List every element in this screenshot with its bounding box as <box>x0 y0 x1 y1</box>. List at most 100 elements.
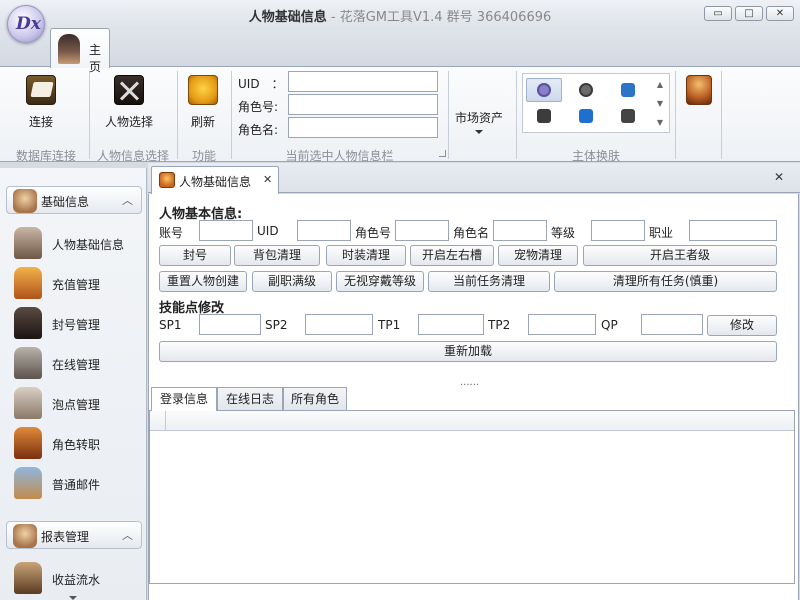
group-caption-func: 功能 <box>191 149 216 163</box>
modify-button[interactable]: 修改 <box>707 315 777 336</box>
refresh-button[interactable]: 刷新 <box>188 75 218 130</box>
sidebar-item-ban[interactable]: 封号管理 <box>14 306 142 340</box>
close-tab-icon[interactable]: ✕ <box>263 173 272 186</box>
window-title: 人物基础信息 - 花落GM工具V1.4 群号 366406696 <box>0 6 800 25</box>
tab-all-characters[interactable]: 所有角色 <box>283 387 347 410</box>
group-caption-current: 当前选中人物信息栏 <box>285 149 394 163</box>
skin-option[interactable] <box>610 78 646 102</box>
sidebar-item-label: 人物基础信息 <box>52 238 125 252</box>
role-name-input[interactable] <box>493 220 547 241</box>
sidebar-item-online[interactable]: 在线管理 <box>14 346 142 380</box>
market-assets-label: 市场资产 <box>455 111 504 125</box>
role-id-input[interactable] <box>395 220 449 241</box>
section-avatar-icon <box>13 524 37 548</box>
minimize-button[interactable]: ▭ <box>704 6 732 21</box>
skin-option[interactable] <box>526 78 562 102</box>
skin-icon <box>579 109 593 123</box>
tp2-label: TP2 <box>488 318 511 332</box>
sidebar-item-recharge[interactable]: 充值管理 <box>14 266 142 300</box>
character-avatar[interactable] <box>686 75 712 105</box>
splitter-grip[interactable]: ...... <box>460 377 479 388</box>
level-label: 等级 <box>551 226 576 240</box>
sidebar-item-character-info[interactable]: 人物基础信息 <box>14 226 142 260</box>
skin-option[interactable] <box>568 78 604 102</box>
select-character-button[interactable]: 人物选择 <box>105 75 153 130</box>
group-divider <box>231 71 232 159</box>
account-field[interactable] <box>199 220 253 241</box>
sp1-field[interactable] <box>199 314 261 335</box>
app-logo-text: Dx <box>16 14 41 34</box>
sp2-field[interactable] <box>305 314 373 335</box>
ignore-wear-level-button[interactable]: 无视穿戴等级 <box>336 271 424 292</box>
reset-character-button[interactable]: 重置人物创建 <box>159 271 247 292</box>
role-id-label: 角色号 <box>355 226 392 240</box>
sidebar-item-points[interactable]: 泡点管理 <box>14 386 142 420</box>
level-input[interactable] <box>591 220 645 241</box>
tp1-field[interactable] <box>418 314 484 335</box>
chevron-up-icon: ︿ <box>122 194 133 207</box>
select-character-label: 人物选择 <box>105 115 154 129</box>
role-name-field[interactable] <box>288 117 438 138</box>
tab-home[interactable]: 主页 <box>50 28 110 74</box>
skin-option[interactable] <box>610 104 646 128</box>
tab-character-info[interactable]: 人物基础信息 ✕ <box>151 166 279 194</box>
qp-field[interactable] <box>641 314 703 335</box>
grid-header <box>150 411 794 431</box>
skin-icon <box>537 83 551 97</box>
ban-account-button[interactable]: 封号 <box>159 245 231 266</box>
close-button[interactable]: ✕ <box>766 6 794 21</box>
close-panel-icon[interactable]: ✕ <box>774 170 784 184</box>
tab-character-info-label: 人物基础信息 <box>179 175 252 189</box>
open-king-level-button[interactable]: 开启王者级 <box>583 245 777 266</box>
job-input[interactable] <box>689 220 777 241</box>
max-subjob-button[interactable]: 副职满级 <box>252 271 332 292</box>
tab-login-info[interactable]: 登录信息 <box>151 387 217 411</box>
gallery-scroll[interactable]: ▲ ▼ ▼ <box>654 75 666 131</box>
open-side-slots-button[interactable]: 开启左右槽 <box>410 245 494 266</box>
uid-field[interactable] <box>288 71 438 92</box>
character-tab-icon <box>159 172 175 188</box>
skin-option[interactable] <box>568 104 604 128</box>
nav-scroll-down-icon[interactable] <box>69 596 77 600</box>
dialog-launcher-icon[interactable] <box>439 150 446 157</box>
clear-bag-button[interactable]: 背包清理 <box>234 245 320 266</box>
slayer-icon <box>14 562 42 594</box>
window-title-main: 人物基础信息 <box>248 10 327 25</box>
ribbon: 连接 数据库连接 人物选择 人物信息选择 刷新 功能 UID ： 角色号: 角色… <box>0 66 800 163</box>
clear-fashion-button[interactable]: 时装清理 <box>326 245 406 266</box>
connect-button[interactable]: 连接 <box>26 75 56 130</box>
sidebar-item-label: 充值管理 <box>52 278 101 292</box>
minimize-icon: ▭ <box>713 7 723 19</box>
nav-section-title: 报表管理 <box>41 530 90 544</box>
tab-online-log[interactable]: 在线日志 <box>217 387 283 410</box>
clear-pets-button[interactable]: 宠物清理 <box>498 245 578 266</box>
skin-gallery <box>522 73 670 133</box>
tab-home-label: 主页 <box>89 43 102 74</box>
group-divider <box>448 71 449 159</box>
connect-label: 连接 <box>28 115 53 129</box>
tp2-field[interactable] <box>528 314 596 335</box>
group-divider <box>516 71 517 159</box>
grid-row-header[interactable] <box>150 411 166 431</box>
nav-section-reports[interactable]: 报表管理 ︿ <box>6 521 142 549</box>
role-id-field[interactable] <box>288 94 438 115</box>
section-avatar-icon <box>13 189 37 213</box>
app-logo[interactable]: Dx <box>7 5 45 43</box>
scroll-up-icon[interactable]: ▲ <box>654 75 666 94</box>
nav-section-basic-info[interactable]: 基础信息 ︿ <box>6 186 142 214</box>
sidebar-item-job-change[interactable]: 角色转职 <box>14 426 142 460</box>
data-grid[interactable] <box>149 410 795 584</box>
gallery-expand-icon[interactable]: ▼ <box>654 113 666 132</box>
close-icon: ✕ <box>775 7 785 19</box>
skin-option[interactable] <box>526 104 562 128</box>
reload-button[interactable]: 重新加载 <box>159 341 777 362</box>
group-divider <box>177 71 178 159</box>
market-assets-button[interactable]: 市场资产 <box>455 109 503 134</box>
sidebar-item-mail[interactable]: 普通邮件 <box>14 466 142 500</box>
scroll-down-icon[interactable]: ▼ <box>654 94 666 113</box>
uid-input[interactable] <box>297 220 351 241</box>
sidebar-item-revenue[interactable]: 收益流水 <box>14 561 142 595</box>
maximize-button[interactable]: □ <box>735 6 763 21</box>
clear-current-quest-button[interactable]: 当前任务清理 <box>428 271 550 292</box>
clear-all-quests-button[interactable]: 清理所有任务(慎重) <box>554 271 777 292</box>
